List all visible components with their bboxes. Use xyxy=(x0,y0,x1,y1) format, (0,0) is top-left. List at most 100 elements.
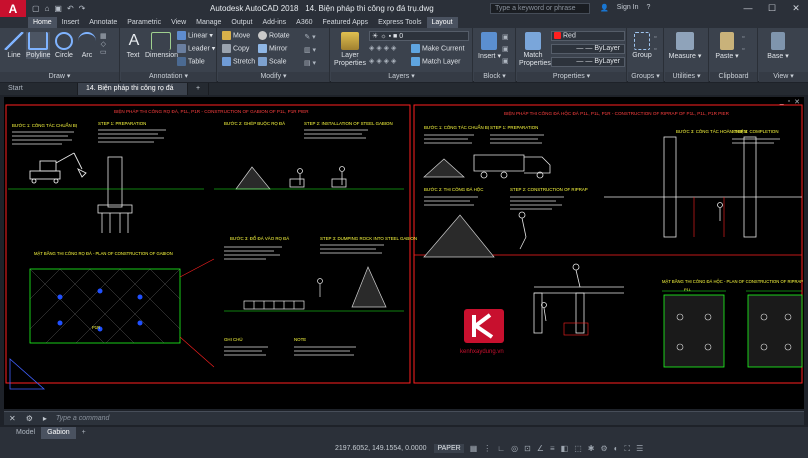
new-tab-button[interactable]: + xyxy=(188,83,210,95)
isolate-icon[interactable]: ◐ xyxy=(614,444,619,454)
workspace-icon[interactable]: ⚙ xyxy=(600,444,607,454)
mirror-button[interactable]: Mirror xyxy=(258,44,287,53)
user-icon[interactable]: 👤 xyxy=(600,4,609,12)
line-button[interactable]: Line xyxy=(4,32,24,59)
fullscreen-icon[interactable]: ⛶ xyxy=(624,444,630,454)
tab-home[interactable]: Home xyxy=(28,17,57,28)
drawing-viewport[interactable]: _ ▫ ✕ BIỆN PHÁP THI CÔNG RỌ ĐÁ, P1L, P1R… xyxy=(4,97,804,409)
panel-draw-label[interactable]: Draw ▾ xyxy=(0,72,119,82)
customize-icon[interactable]: ☰ xyxy=(636,444,643,454)
panel-clipboard-label[interactable]: Clipboard xyxy=(710,72,757,82)
stretch-button[interactable]: Stretch xyxy=(222,57,255,66)
tab-layout[interactable]: Layout xyxy=(426,17,458,28)
scale-button[interactable]: Scale xyxy=(258,57,287,66)
leader-button[interactable]: Leader ▾ xyxy=(177,44,215,53)
make-current-button[interactable]: Make Current xyxy=(411,44,464,53)
annotation-icon[interactable]: ✱ xyxy=(588,444,595,454)
tab-insert[interactable]: Insert xyxy=(57,17,85,28)
maximize-button[interactable]: ☐ xyxy=(760,0,784,17)
paste-button[interactable]: Paste ▾ xyxy=(714,32,740,60)
transparency-icon[interactable]: ◧ xyxy=(561,444,569,454)
autocad-logo-icon[interactable]: A xyxy=(0,0,26,17)
panel-modify-label[interactable]: Modify ▾ xyxy=(218,72,329,82)
lineweight-dropdown[interactable]: — — ByLayer xyxy=(551,57,625,67)
arc-button[interactable]: Arc xyxy=(78,32,96,59)
modify-extra-tools[interactable]: ✎ ▾ ▥ ▾ ▤ ▾ xyxy=(304,31,316,70)
base-button[interactable]: Base ▾ xyxy=(765,32,791,60)
measure-button[interactable]: Measure ▾ xyxy=(668,32,702,60)
table-button[interactable]: Table xyxy=(177,57,205,66)
layer-tools-row1[interactable]: ◈ ◈ ◈ ◈ xyxy=(369,44,396,52)
tab-add-ins[interactable]: Add-ins xyxy=(257,17,291,28)
rotate-button[interactable]: Rotate xyxy=(258,31,290,40)
polyline-button[interactable]: Polyline xyxy=(26,32,51,59)
selection-icon[interactable]: ⬚ xyxy=(574,444,582,454)
panel-annotation-label[interactable]: Annotation ▾ xyxy=(121,72,216,82)
tab-featured-apps[interactable]: Featured Apps xyxy=(318,17,374,28)
lineweight-icon[interactable]: ≡ xyxy=(550,444,555,454)
clipboard-extra-tools[interactable]: ▫ ▫ xyxy=(742,32,744,56)
save-icon[interactable]: ▣ xyxy=(54,4,62,13)
insert-button[interactable]: Insert ▾ xyxy=(478,32,501,60)
panel-groups-label[interactable]: Groups ▾ xyxy=(628,72,663,82)
snap-icon[interactable]: ⋮ xyxy=(483,444,491,454)
rock-pile-2 xyxy=(351,266,387,308)
layer-dropdown[interactable]: ☀ ☼ ▪ ■ 0 xyxy=(369,31,469,41)
tab-manage[interactable]: Manage xyxy=(191,17,226,28)
tab-parametric[interactable]: Parametric xyxy=(122,17,166,28)
match-properties-button[interactable]: Match Properties xyxy=(519,32,551,68)
tab-view[interactable]: View xyxy=(166,17,191,28)
group-button[interactable]: Group xyxy=(631,32,653,59)
close-command-icon[interactable]: ✕ xyxy=(4,414,21,423)
panel-block-label[interactable]: Block ▾ xyxy=(474,72,515,82)
open-icon[interactable]: ⌂ xyxy=(45,4,50,13)
move-button[interactable]: Move xyxy=(222,31,250,40)
dimension-button[interactable]: Dimension xyxy=(145,32,178,59)
linear-icon xyxy=(177,31,186,40)
osnap-icon[interactable]: ⊡ xyxy=(524,444,531,454)
ghichu-label: GHI CHÚ xyxy=(224,337,243,342)
tab-annotate[interactable]: Annotate xyxy=(84,17,122,28)
help-icon[interactable]: ? xyxy=(647,4,651,12)
linear-button[interactable]: Linear ▾ xyxy=(177,31,213,40)
draw-extra-tools[interactable]: ▦ ◇ ▭ xyxy=(100,32,107,56)
text-button[interactable]: A Text xyxy=(124,32,142,59)
undo-icon[interactable]: ↶ xyxy=(67,4,74,13)
close-button[interactable]: ✕ xyxy=(784,0,808,17)
ortho-icon[interactable]: ∟ xyxy=(497,444,505,454)
linetype-dropdown[interactable]: — — ByLayer xyxy=(551,44,625,54)
command-input[interactable]: Type a command xyxy=(52,415,110,422)
layout-tab-gabion[interactable]: Gabion xyxy=(41,427,76,439)
groups-extra-tools[interactable]: ▫ ▫ xyxy=(654,32,656,56)
panel-layers-label[interactable]: Layers ▾ xyxy=(331,72,472,82)
sign-in-link[interactable]: Sign In xyxy=(617,4,639,12)
layer-properties-button[interactable]: Layer Properties xyxy=(334,32,366,68)
panel-view-label[interactable]: View ▾ xyxy=(759,72,808,82)
customize-command-icon[interactable]: ⚙ xyxy=(21,414,38,423)
add-layout-button[interactable]: + xyxy=(76,427,92,439)
doc-tab-start[interactable]: Start xyxy=(0,83,78,95)
new-icon[interactable]: ▢ xyxy=(32,4,40,13)
doc-tab-active[interactable]: 14. Biện pháp thi công rọ đá trụ* ✕ xyxy=(78,83,188,104)
circle-button[interactable]: Circle xyxy=(54,32,74,59)
color-dropdown[interactable]: Red xyxy=(551,31,625,41)
copy-button[interactable]: Copy xyxy=(222,44,249,53)
tab-express-tools[interactable]: Express Tools xyxy=(373,17,426,28)
minimize-button[interactable]: — xyxy=(736,0,760,17)
tab-output[interactable]: Output xyxy=(226,17,257,28)
tab-a360[interactable]: A360 xyxy=(291,17,317,28)
panel-utilities-label[interactable]: Utilities ▾ xyxy=(665,72,708,82)
panel-properties-label[interactable]: Properties ▾ xyxy=(517,72,626,82)
layout-tab-model[interactable]: Model xyxy=(10,427,41,439)
dump-truck-figure xyxy=(473,154,551,179)
search-input[interactable]: Type a keyword or phrase xyxy=(490,3,590,14)
otrack-icon[interactable]: ∠ xyxy=(537,444,544,454)
layer-tools-row2[interactable]: ◈ ◈ ◈ ◈ xyxy=(369,57,396,65)
match-layer-button[interactable]: Match Layer xyxy=(411,57,461,66)
paper-space-toggle[interactable]: PAPER xyxy=(434,444,464,453)
grid-icon[interactable]: ▦ xyxy=(470,444,478,454)
redo-icon[interactable]: ↷ xyxy=(79,4,86,13)
block-extra-tools[interactable]: ▣ ▣ ▣ xyxy=(502,32,509,68)
polar-icon[interactable]: ◎ xyxy=(511,444,518,454)
leader-icon xyxy=(177,44,186,53)
